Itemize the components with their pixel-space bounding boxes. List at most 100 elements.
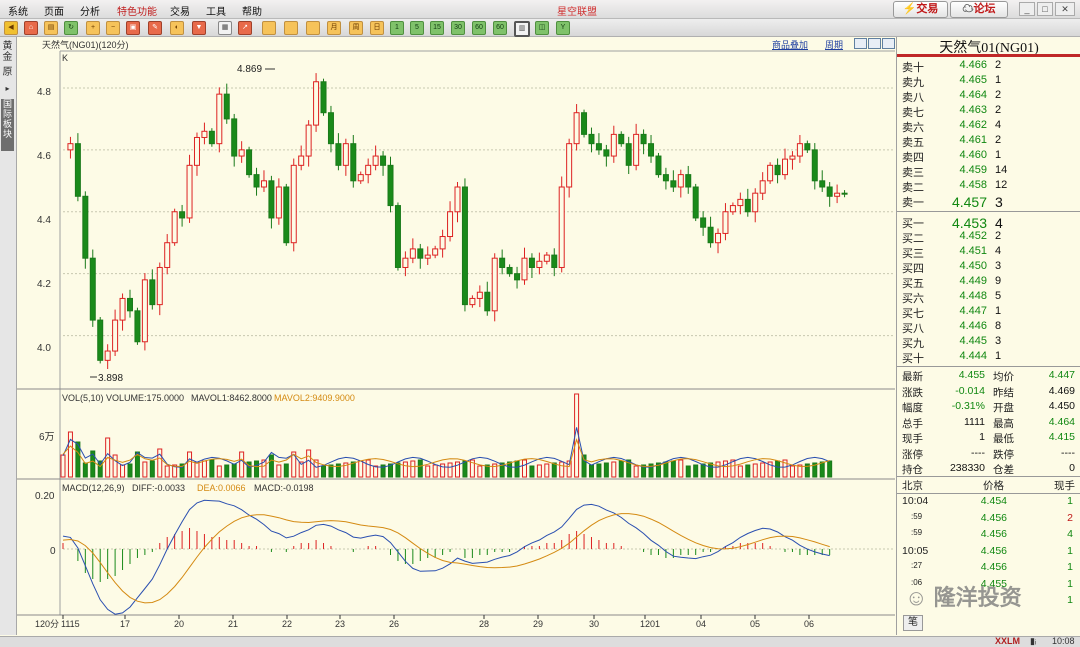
- kline-icon[interactable]: ▥: [514, 21, 530, 37]
- ask-row[interactable]: 卖一 4.457 3: [897, 194, 1080, 210]
- minimize-icon[interactable]: _: [1019, 2, 1035, 16]
- ask-volume: 2: [995, 134, 1002, 146]
- grid-icon[interactable]: ▦: [218, 21, 232, 35]
- tab-ticks[interactable]: 笔: [903, 615, 923, 631]
- volume-bar: [112, 454, 118, 478]
- ask-label: 卖九: [902, 77, 924, 89]
- bid-price: 4.445: [959, 335, 987, 347]
- bid-row[interactable]: 买六 4.448 5: [897, 290, 1080, 305]
- menu-page[interactable]: 页面: [44, 3, 64, 18]
- back-arrow-icon[interactable]: ◀: [4, 21, 18, 35]
- period-5[interactable]: 5: [410, 21, 424, 35]
- candle-body: [342, 143, 349, 166]
- paint-icon[interactable]: ◐: [170, 21, 184, 35]
- candle-body: [208, 130, 215, 145]
- ask-price: 4.465: [959, 74, 987, 86]
- stat-value: 4.447: [1048, 369, 1075, 381]
- line-chart-icon[interactable]: ↗: [238, 21, 252, 35]
- tab-intl-sector[interactable]: 国际板块: [1, 99, 14, 151]
- bid-label: 买六: [902, 293, 924, 305]
- period-5min[interactable]: [284, 21, 298, 35]
- tab-gold[interactable]: 黄金: [1, 41, 14, 65]
- ask-row[interactable]: 卖八 4.464 2: [897, 89, 1080, 104]
- close-icon[interactable]: ✕: [1055, 2, 1075, 16]
- period-day[interactable]: 日: [370, 21, 384, 35]
- bottom-period-label: 120分: [35, 619, 59, 629]
- candle-body: [469, 297, 476, 306]
- bid-row[interactable]: 买七 4.447 1: [897, 305, 1080, 320]
- trade-button[interactable]: ⚡交易: [893, 1, 948, 18]
- menu-features[interactable]: 特色功能: [117, 3, 157, 18]
- volume-bar: [551, 462, 557, 478]
- menu-system[interactable]: 系统: [8, 3, 28, 18]
- bid-label: 买二: [902, 233, 924, 245]
- page-icon[interactable]: ▤: [44, 21, 58, 35]
- menu-analysis[interactable]: 分析: [80, 3, 100, 18]
- ask-row[interactable]: 卖十 4.466 2: [897, 59, 1080, 74]
- x-tick-label: 1201: [640, 619, 660, 629]
- zoom-out-icon[interactable]: −: [106, 21, 120, 35]
- ask-row[interactable]: 卖九 4.465 1: [897, 74, 1080, 89]
- candle-body: [782, 158, 789, 176]
- period-60[interactable]: 60: [472, 21, 486, 35]
- home-icon[interactable]: ⌂: [24, 21, 38, 35]
- bid-price: 4.444: [959, 350, 987, 362]
- candle-body: [305, 124, 312, 157]
- kline-chart[interactable]: K 4.8 4.6 4.4 4.2 4.0 4.869 3.898 VOL(5,…: [17, 37, 895, 635]
- zoom-in-icon[interactable]: +: [86, 21, 100, 35]
- period-15[interactable]: 15: [430, 21, 444, 35]
- candle-body: [715, 232, 722, 244]
- menu-trade[interactable]: 交易: [170, 3, 190, 18]
- ask-price: 4.457: [951, 194, 987, 210]
- chart-tool-icon[interactable]: ▣: [126, 21, 140, 35]
- bid-row[interactable]: 买五 4.449 9: [897, 275, 1080, 290]
- tab-oil[interactable]: 原: [1, 67, 14, 81]
- expand-arrow-icon[interactable]: ▸: [1, 83, 14, 93]
- period-week[interactable]: 周: [349, 21, 363, 35]
- candle-body: [313, 81, 320, 126]
- x-tick-label: 22: [282, 619, 292, 629]
- info-icon[interactable]: Y: [556, 21, 570, 35]
- bid-row[interactable]: 买九 4.445 3: [897, 335, 1080, 350]
- volume-bar: [581, 454, 587, 478]
- candle-body: [149, 279, 156, 306]
- ask-row[interactable]: 卖六 4.462 4: [897, 119, 1080, 134]
- indicator-icon[interactable]: ◫: [535, 21, 549, 35]
- volume-bar: [276, 464, 282, 478]
- bid-row[interactable]: 买十 4.444 1: [897, 350, 1080, 365]
- bid-row[interactable]: 买三 4.451 4: [897, 245, 1080, 260]
- bid-volume: 2: [995, 230, 1002, 242]
- pen-icon[interactable]: ✎: [148, 21, 162, 35]
- candle-body: [655, 155, 662, 176]
- period-month[interactable]: 月: [327, 21, 341, 35]
- macd-diff-line: [62, 499, 830, 615]
- forum-button[interactable]: ☁论坛: [950, 1, 1008, 18]
- candle-body: [82, 195, 89, 259]
- ask-volume: 12: [995, 179, 1008, 191]
- bid-row[interactable]: 买四 4.450 3: [897, 260, 1080, 275]
- x-tick-label: 26: [389, 619, 399, 629]
- ask-row[interactable]: 卖七 4.463 2: [897, 104, 1080, 119]
- ask-volume: 2: [995, 104, 1002, 116]
- ask-row[interactable]: 卖四 4.460 1: [897, 149, 1080, 164]
- bid-row[interactable]: 买八 4.446 8: [897, 320, 1080, 335]
- menu-tools[interactable]: 工具: [206, 3, 226, 18]
- volume-bar: [164, 465, 170, 478]
- candle-body: [811, 149, 818, 182]
- bid-label: 买一: [902, 218, 924, 230]
- bid-row[interactable]: 买一 4.453 4: [897, 215, 1080, 231]
- period-15min[interactable]: [306, 21, 320, 35]
- ask-row[interactable]: 卖五 4.461 2: [897, 134, 1080, 149]
- filter-icon[interactable]: ▼: [192, 21, 206, 35]
- ask-row[interactable]: 卖二 4.458 12: [897, 179, 1080, 194]
- period-30[interactable]: 30: [451, 21, 465, 35]
- ask-row[interactable]: 卖三 4.459 14: [897, 164, 1080, 179]
- bid-row[interactable]: 买二 4.452 2: [897, 230, 1080, 245]
- period-1[interactable]: 1: [390, 21, 404, 35]
- period-1min[interactable]: [262, 21, 276, 35]
- refresh-icon[interactable]: ↻: [64, 21, 78, 35]
- maximize-icon[interactable]: □: [1037, 2, 1053, 16]
- menu-help[interactable]: 帮助: [242, 3, 262, 18]
- period-extra[interactable]: 60: [493, 21, 507, 35]
- candle-body: [320, 81, 327, 114]
